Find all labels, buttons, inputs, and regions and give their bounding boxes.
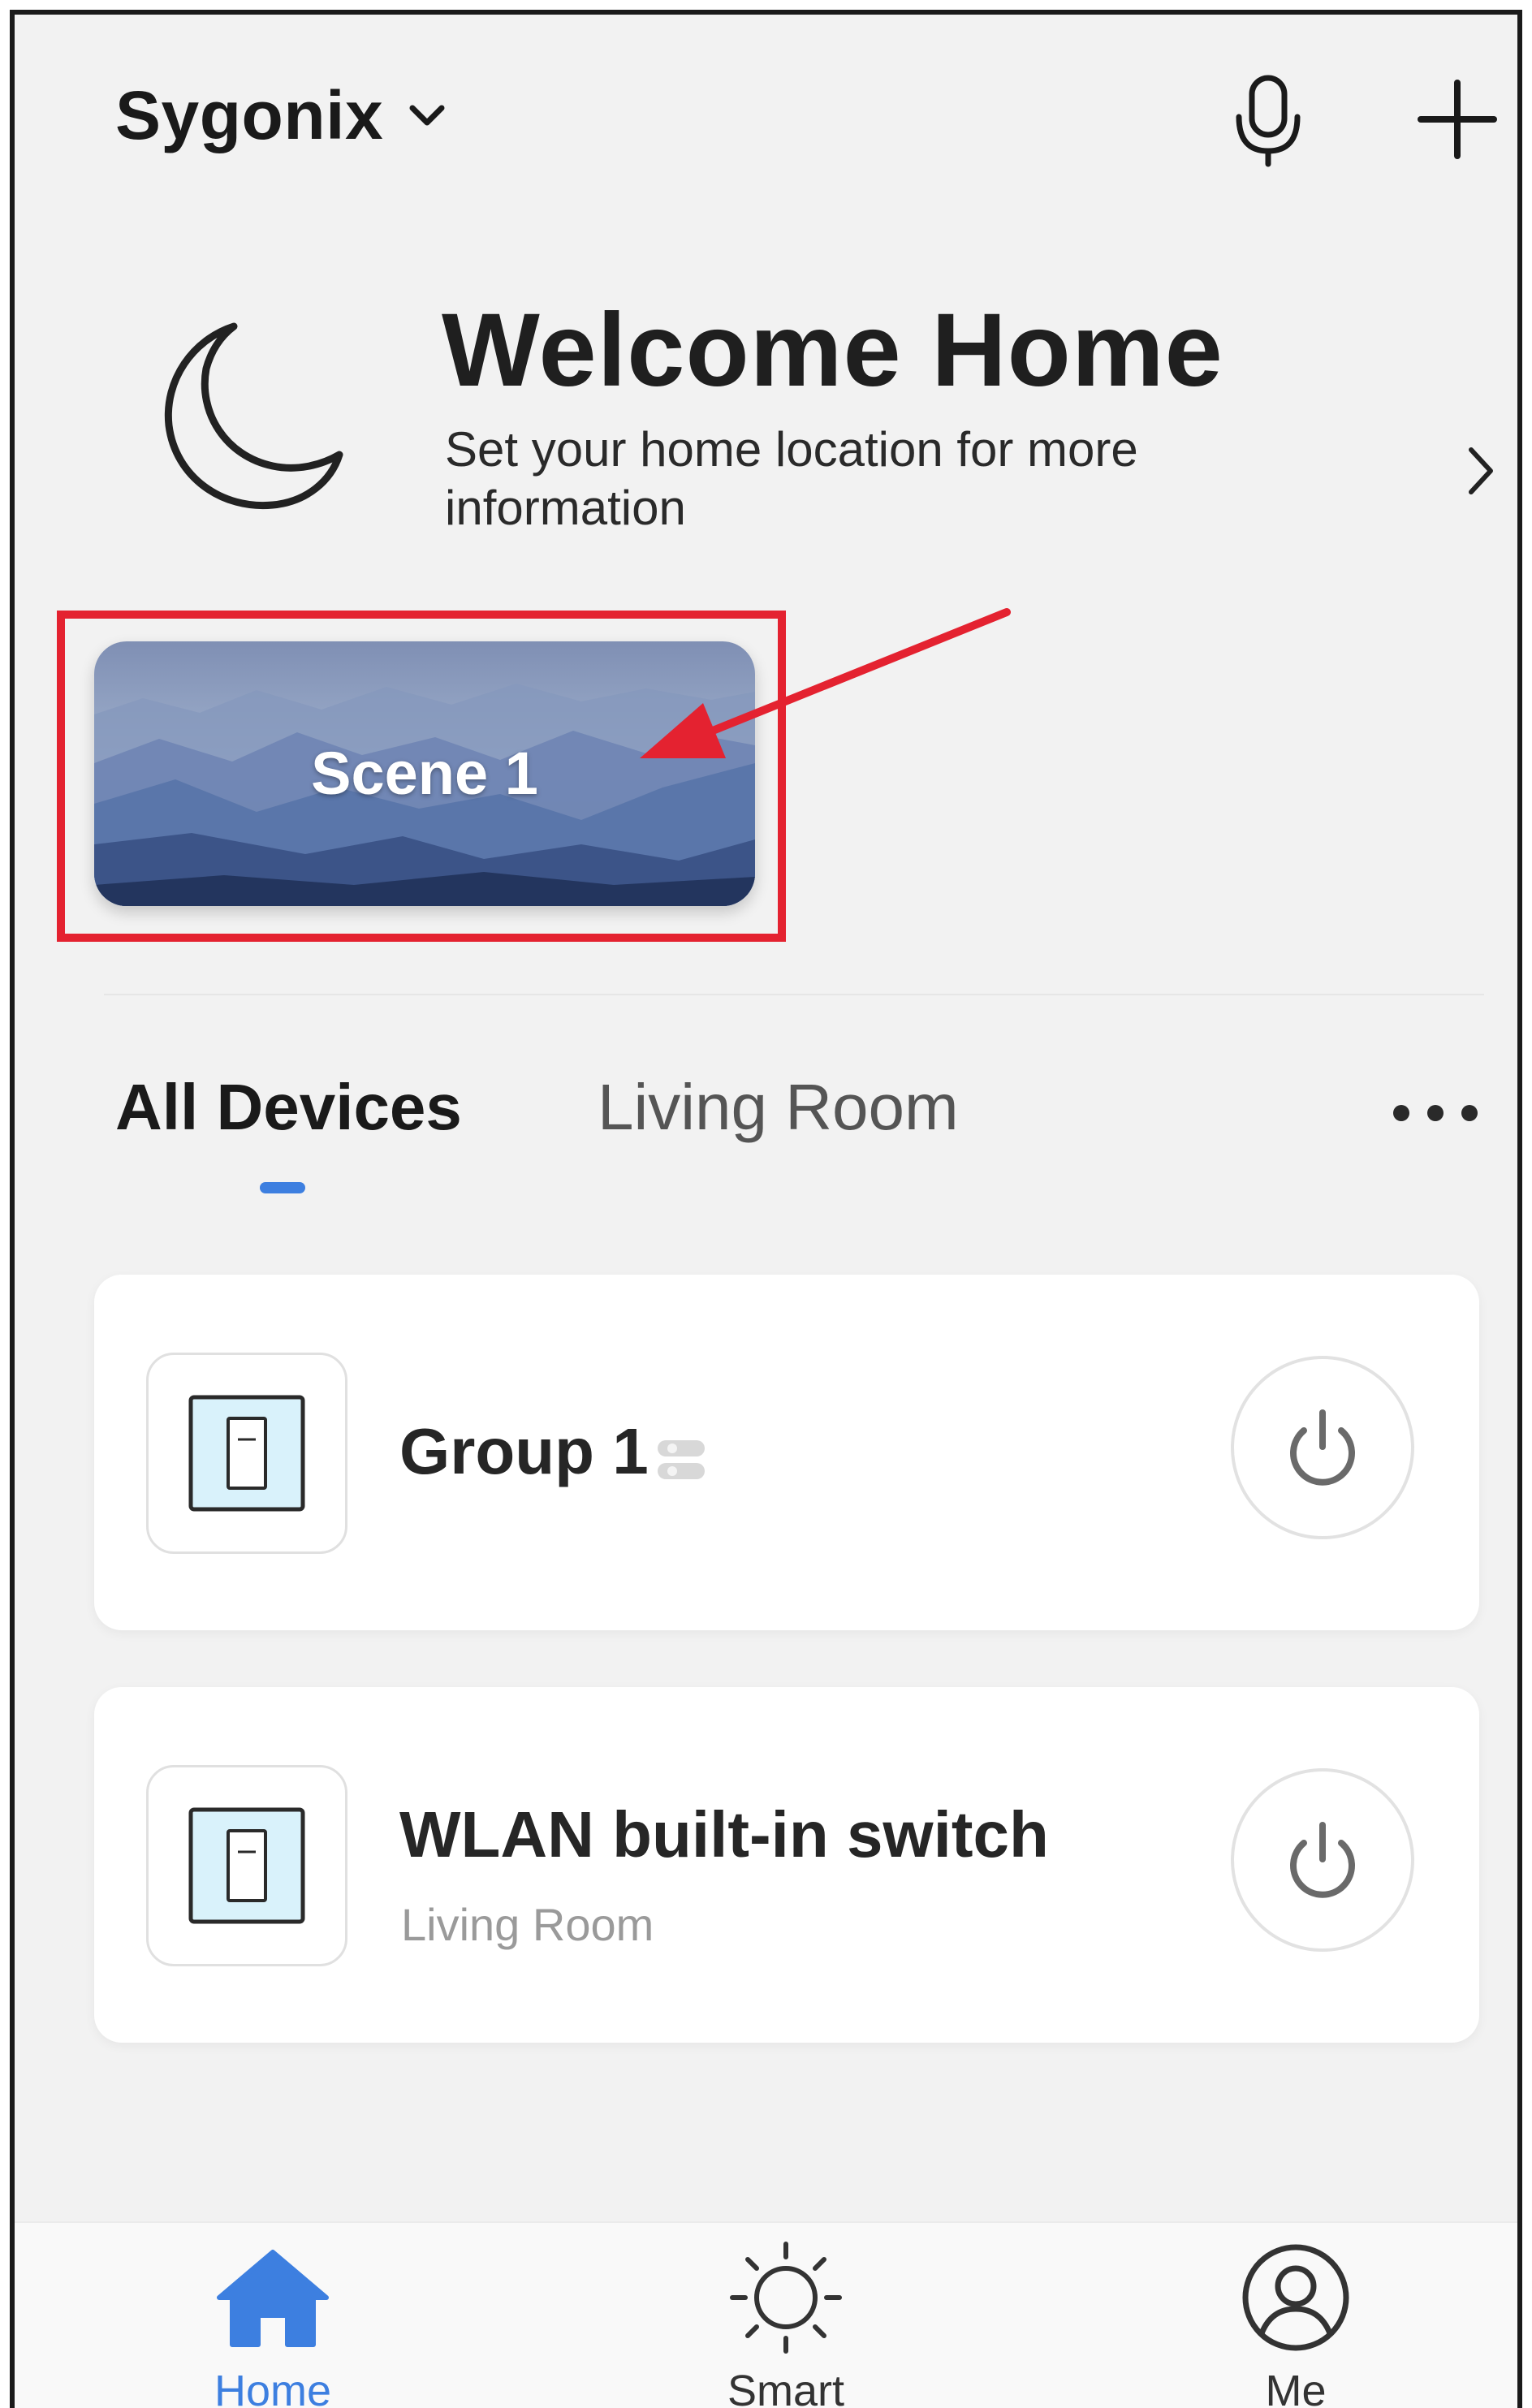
sun-icon	[730, 2242, 842, 2354]
device-thumbnail	[146, 1765, 347, 1966]
switch-icon	[188, 1395, 305, 1512]
device-room: Living Room	[401, 1899, 654, 1950]
welcome-banner[interactable]: Welcome Home Set your home location for …	[145, 291, 1508, 559]
home-selector[interactable]: Sygonix	[115, 76, 448, 155]
tab-living-room[interactable]: Living Room	[598, 1070, 959, 1145]
power-button[interactable]	[1231, 1356, 1414, 1539]
welcome-subtitle: Set your home location for more informat…	[445, 422, 1138, 535]
nav-home[interactable]: Home	[151, 2223, 395, 2408]
section-divider	[104, 994, 1484, 995]
profile-icon	[1242, 2244, 1349, 2351]
nav-smart[interactable]: Smart	[664, 2223, 908, 2408]
moon-icon	[164, 322, 343, 510]
device-card-wlan-switch[interactable]: WLAN built-in switch Living Room	[94, 1687, 1479, 2043]
bottom-navigation: Home Smart Me	[15, 2221, 1517, 2408]
microphone-icon[interactable]	[1228, 71, 1309, 169]
home-icon	[217, 2250, 329, 2347]
device-thumbnail	[146, 1353, 347, 1554]
more-horizontal-icon[interactable]	[1387, 1085, 1484, 1141]
device-card-group-1[interactable]: Group 1	[94, 1275, 1479, 1630]
scene-label: Scene 1	[311, 740, 538, 807]
chevron-right-icon	[1469, 447, 1493, 494]
app-screen: Sygonix Welcome Home Set your home locat…	[10, 10, 1522, 2408]
tab-all-devices[interactable]: All Devices	[115, 1070, 462, 1145]
power-icon	[1290, 1409, 1355, 1486]
nav-label: Home	[214, 2367, 332, 2408]
nav-me[interactable]: Me	[1174, 2223, 1418, 2408]
power-icon	[1290, 1822, 1355, 1898]
switch-icon	[188, 1807, 305, 1924]
nav-label: Me	[1265, 2367, 1327, 2408]
device-name: WLAN built-in switch	[399, 1798, 1049, 1871]
scene-card[interactable]: Scene 1	[94, 641, 755, 906]
power-button[interactable]	[1231, 1768, 1414, 1952]
nav-label: Smart	[727, 2367, 845, 2408]
home-name: Sygonix	[115, 77, 384, 153]
active-tab-indicator	[260, 1182, 305, 1193]
welcome-title: Welcome Home	[442, 292, 1223, 408]
group-icon	[658, 1440, 705, 1479]
plus-icon[interactable]	[1413, 75, 1502, 164]
chevron-down-icon	[409, 105, 445, 125]
device-name: Group 1	[399, 1415, 649, 1487]
